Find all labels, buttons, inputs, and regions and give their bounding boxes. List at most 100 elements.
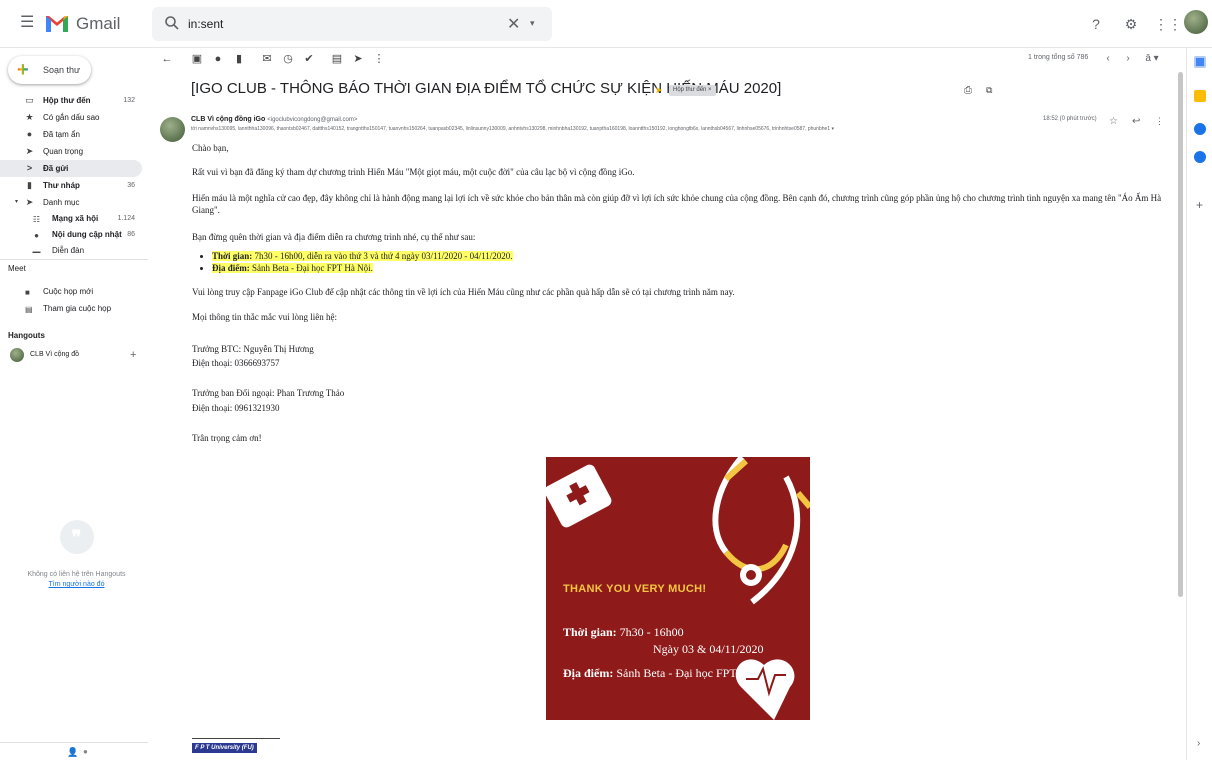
collapse-caret-icon[interactable]: ▾	[15, 194, 18, 211]
sidebar-item-drafts[interactable]: ▮ Thư nháp 36	[0, 177, 142, 194]
paragraph-4: Vui lòng truy cập Fanpage iGo Club để cậ…	[192, 287, 735, 297]
sender-avatar[interactable]	[160, 117, 185, 142]
time-label: Thời gian:	[212, 251, 253, 261]
inbox-label-chip[interactable]: Hộp thư đến ×	[669, 85, 716, 96]
settings-icon[interactable]: ⚙	[1122, 15, 1140, 33]
sidebar-item-starred[interactable]: ★ Có gắn dấu sao	[0, 109, 142, 126]
paragraph-1: Rất vui vì bạn đã đăng ký tham dự chương…	[192, 167, 635, 177]
sidebar-item-categories[interactable]: ▾ ➤ Danh mục	[0, 194, 142, 211]
open-new-window-icon[interactable]: ⧉	[986, 85, 997, 96]
reply-icon[interactable]: ↩	[1132, 116, 1140, 127]
signature-logo: F P T University (FU)	[192, 743, 257, 753]
compose-button[interactable]: + Soạn thư	[8, 56, 91, 84]
clock-icon: ●	[26, 129, 33, 139]
hangouts-quote-icon: ❞	[59, 520, 94, 554]
archive-icon[interactable]: ▣	[190, 52, 204, 66]
sidebar-item-social[interactable]: ☷ Mạng xã hội 1.124	[0, 211, 142, 227]
info-icon: ●	[34, 231, 39, 240]
sidebar-item-inbox[interactable]: ▭ Hộp thư đến 132	[0, 92, 142, 109]
new-meeting-button[interactable]: ■ Cuộc họp mới	[0, 284, 142, 300]
sidebar-item-label: Đã tạm ẩn	[43, 130, 80, 139]
delete-icon[interactable]: ▮	[232, 52, 246, 66]
search-icon[interactable]	[164, 15, 180, 31]
input-tools-icon[interactable]: ā ▾	[1142, 52, 1162, 66]
sender-name[interactable]: CLB Vì cộng đồng iGo	[191, 116, 265, 123]
move-to-icon[interactable]: ▤	[330, 52, 344, 66]
chat-icon[interactable]: ●	[83, 747, 93, 757]
labels-icon[interactable]: ➤	[351, 52, 365, 66]
heart-rate-icon	[735, 659, 795, 720]
medical-kit-icon	[546, 464, 612, 528]
scrollbar-thumb[interactable]	[1178, 72, 1183, 597]
print-icon[interactable]: ⎙	[964, 85, 975, 96]
sidebar-bottom-bar: 👤 ●	[0, 742, 148, 760]
add-task-icon[interactable]: ✔	[302, 52, 316, 66]
sidebar-item-label: Hộp thư đến	[43, 96, 91, 105]
forum-icon: ▬	[32, 247, 41, 253]
meet-item-label: Tham gia cuộc họp	[43, 304, 112, 313]
search-input[interactable]	[188, 14, 488, 34]
hangouts-user[interactable]: CLB Vì cộng đồ +	[8, 347, 140, 363]
search-options-icon[interactable]: ▾	[530, 18, 535, 29]
left-sidebar: + Soạn thư ▭ Hộp thư đến 132 ★ Có gắn dấ…	[0, 48, 148, 760]
get-addons-icon[interactable]: +	[1196, 198, 1203, 212]
apps-grid-icon[interactable]: ⋮⋮	[1154, 15, 1182, 33]
add-chat-icon[interactable]: +	[130, 347, 136, 363]
join-meeting-button[interactable]: ▤ Tham gia cuộc họp	[0, 301, 142, 317]
report-spam-icon[interactable]: ●	[211, 52, 225, 66]
unread-count: 132	[123, 97, 135, 104]
calendar-icon[interactable]	[1194, 56, 1206, 68]
search-bar[interactable]: ✕ ▾	[152, 7, 552, 41]
sidebar-item-important[interactable]: ➤ Quan trọng	[0, 143, 142, 160]
mark-unread-icon[interactable]: ✉	[260, 52, 274, 66]
hangouts-user-name: CLB Vì cộng đồ	[30, 351, 80, 358]
star-message-icon[interactable]: ☆	[1109, 116, 1118, 127]
expand-panel-icon[interactable]: ›	[1197, 738, 1200, 749]
more-actions-icon[interactable]: ⋮	[372, 52, 386, 66]
sidebar-item-label: Danh mục	[43, 198, 80, 207]
stethoscope-icon	[712, 457, 810, 605]
find-someone-link[interactable]: Tìm người nào đó	[14, 581, 139, 588]
unread-count: 36	[127, 182, 135, 189]
main-menu-icon[interactable]: ☰	[20, 15, 36, 31]
poster-thanks: THANK YOU VERY MUCH!	[563, 583, 707, 595]
star-icon: ★	[25, 112, 34, 122]
important-marker-icon[interactable]: ➤	[655, 85, 665, 95]
sidebar-item-updates[interactable]: ● Nội dung cập nhật 86	[0, 227, 142, 243]
meet-heading: Meet	[8, 264, 26, 273]
sidebar-item-snoozed[interactable]: ● Đã tạm ẩn	[0, 126, 142, 143]
event-poster-image[interactable]: THANK YOU VERY MUCH! Thời gian: 7h30 - 1…	[546, 457, 810, 720]
sidebar-item-label: Thư nháp	[43, 181, 80, 190]
send-icon: >	[26, 163, 33, 173]
sidebar-item-label: Nội dung cập nhật	[52, 230, 122, 239]
contact-1-phone: Điện thoại: 0366693757	[192, 358, 280, 368]
sidebar-item-forums[interactable]: ▬ Diễn đàn	[0, 243, 142, 253]
paragraph-5: Mọi thông tin thắc mắc vui lòng liên hệ:	[192, 312, 337, 322]
sender-email: <igoclubvicongdong@gmail.com>	[267, 117, 358, 123]
keep-icon[interactable]	[1194, 90, 1206, 102]
contact-1-name: Trưởng BTC: Nguyễn Thị Hương	[192, 344, 314, 354]
recipients-line[interactable]: tới namnvhs130095, lannthha130096, thaon…	[191, 126, 1101, 132]
older-icon[interactable]: ›	[1122, 52, 1134, 66]
clear-search-icon[interactable]: ✕	[507, 14, 520, 34]
newer-icon[interactable]: ‹	[1102, 52, 1114, 66]
video-icon: ■	[25, 288, 30, 297]
contact-2-phone: Điện thoại: 0961321930	[192, 403, 280, 413]
sidebar-item-sent[interactable]: > Đã gửi	[0, 160, 142, 177]
paragraph-2: Hiến máu là một nghĩa cử cao đẹp, đây kh…	[192, 193, 1162, 215]
tasks-icon[interactable]	[1194, 123, 1206, 135]
inbox-icon: ▭	[25, 95, 34, 105]
contacts-icon[interactable]	[1194, 151, 1206, 163]
person-icon[interactable]: 👤	[67, 747, 79, 757]
account-avatar[interactable]	[1184, 10, 1208, 34]
poster-place-label: Địa điểm:	[563, 666, 614, 680]
hangouts-heading: Hangouts	[8, 331, 45, 340]
important-icon: ➤	[25, 146, 34, 156]
unread-count: 1.124	[117, 215, 135, 222]
gmail-logo-icon[interactable]	[44, 10, 70, 36]
hangouts-empty-message: Không có liên hệ trên Hangouts	[27, 571, 126, 578]
snooze-icon[interactable]: ◷	[281, 52, 295, 66]
help-icon[interactable]: ?	[1087, 15, 1105, 33]
more-options-icon[interactable]: ⋮	[1155, 116, 1164, 127]
back-icon[interactable]: ←	[160, 52, 174, 66]
